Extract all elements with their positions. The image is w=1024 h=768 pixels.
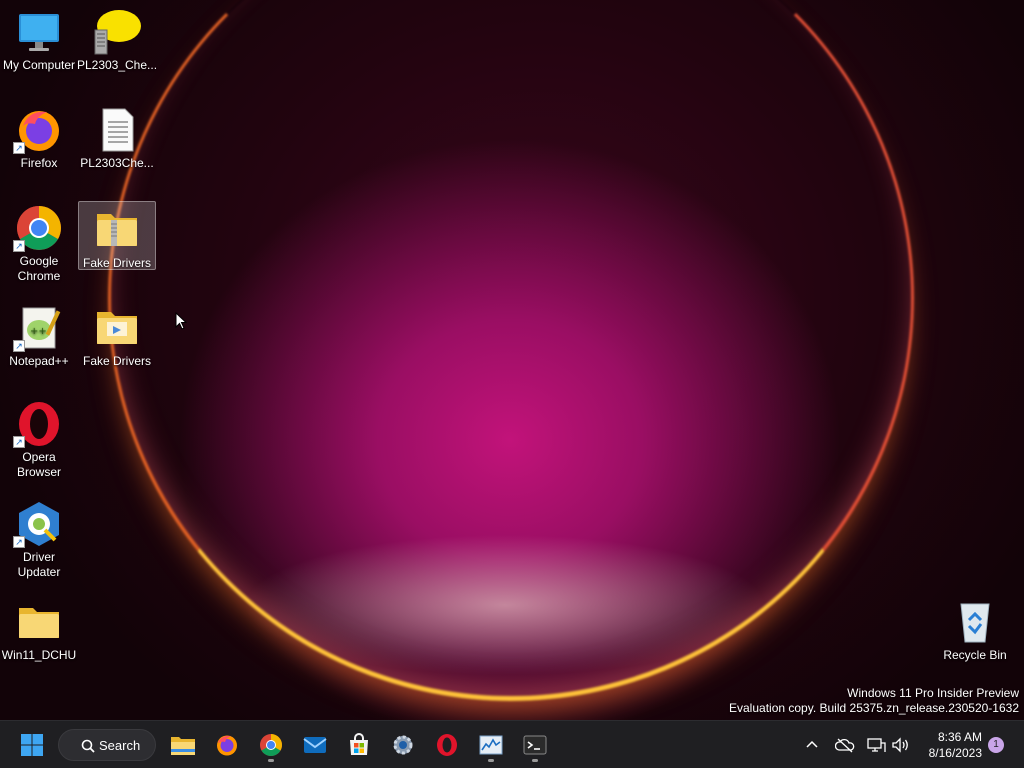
- shortcut-arrow-icon: ↗: [13, 436, 25, 448]
- desktop-icon-my-computer[interactable]: My Computer: [0, 4, 78, 73]
- icon-label: Fake Drivers: [82, 354, 151, 368]
- watermark-line1: Windows 11 Pro Insider Preview: [847, 686, 1019, 700]
- desktop-icon-pl2303-text[interactable]: PL2303Che...: [78, 102, 156, 171]
- mail-icon: [303, 737, 327, 753]
- icon-label: Win11_DCHU: [1, 648, 77, 662]
- clock-time: 8:36 AM: [937, 730, 982, 744]
- icon-label: PL2303_Che...: [76, 58, 158, 72]
- volume-icon: [892, 737, 908, 753]
- opera-icon: [437, 734, 457, 756]
- taskbar-clock[interactable]: 8:36 AM 8/16/2023: [929, 729, 982, 761]
- icon-label-line2: Chrome: [17, 269, 61, 283]
- file-explorer-icon: [171, 737, 195, 755]
- icon-label: Firefox: [20, 156, 58, 170]
- mouse-cursor-icon: [175, 311, 188, 330]
- desktop-icon-google-chrome[interactable]: ↗ Google Chrome: [0, 200, 78, 284]
- search-icon: [81, 739, 95, 753]
- text-document-icon: [93, 106, 141, 154]
- taskbar-chrome[interactable]: [253, 727, 289, 763]
- folder-icon: [15, 598, 63, 646]
- taskbar-task-manager[interactable]: [473, 727, 509, 763]
- desktop-icon-win11-dchu[interactable]: Win11_DCHU: [0, 594, 78, 663]
- task-manager-icon: [479, 735, 503, 755]
- taskbar-opera[interactable]: [429, 727, 465, 763]
- running-indicator: [268, 759, 274, 762]
- desktop-icon-fake-drivers-zip[interactable]: Fake Drivers: [78, 201, 156, 270]
- wallpaper-glow-ring: [108, 0, 914, 701]
- taskbar-firefox[interactable]: [209, 727, 245, 763]
- network-icon: [867, 738, 886, 752]
- terminal-icon: [523, 735, 547, 755]
- notepad-plus-plus-icon: ++ ↗: [13, 304, 63, 352]
- desktop-icon-fake-drivers-folder[interactable]: Fake Drivers: [78, 300, 156, 369]
- taskbar-file-explorer[interactable]: [165, 727, 201, 763]
- desktop-icon-notepad-plus-plus[interactable]: ++ ↗ Notepad++: [0, 300, 78, 369]
- settings-icon: [393, 735, 413, 755]
- shortcut-arrow-icon: ↗: [13, 340, 25, 352]
- search-label: Search: [99, 737, 141, 753]
- icon-label: Notepad++: [9, 354, 69, 368]
- zip-folder-icon: [93, 206, 141, 254]
- icon-label-line1: Driver: [23, 550, 55, 564]
- svg-text:++: ++: [30, 326, 47, 337]
- desktop-icon-pl2303-checker[interactable]: PL2303_Che...: [76, 4, 158, 73]
- shortcut-arrow-icon: ↗: [13, 142, 25, 154]
- opera-icon: ↗: [13, 400, 63, 448]
- store-icon: [350, 733, 368, 755]
- start-button[interactable]: [14, 727, 50, 763]
- shortcut-arrow-icon: ↗: [13, 240, 25, 252]
- icon-label-line2: Updater: [17, 565, 61, 579]
- taskbar-mail[interactable]: [297, 727, 333, 763]
- desktop-icon-opera-browser[interactable]: ↗ Opera Browser: [0, 396, 78, 480]
- onedrive-tray-button[interactable]: [835, 721, 855, 768]
- icon-label: Recycle Bin: [943, 648, 1007, 662]
- clock-date: 8/16/2023: [928, 746, 982, 760]
- taskbar-terminal[interactable]: [517, 727, 553, 763]
- notification-badge[interactable]: 1: [988, 737, 1004, 753]
- start-icon: [21, 734, 43, 756]
- icon-label: Fake Drivers: [82, 256, 151, 270]
- show-hidden-icons-button[interactable]: [804, 721, 820, 768]
- windows-watermark: Windows 11 Pro Insider Preview Evaluatio…: [729, 686, 1019, 716]
- firefox-icon: ↗: [13, 106, 63, 154]
- icon-label: PL2303Che...: [80, 156, 154, 170]
- icon-label-line2: Browser: [16, 465, 61, 479]
- taskbar-settings[interactable]: [385, 727, 421, 763]
- desktop-icon-recycle-bin[interactable]: Recycle Bin: [936, 594, 1014, 663]
- icon-label-line1: Opera: [22, 450, 56, 464]
- firefox-icon: [217, 735, 237, 756]
- volume-tray-button[interactable]: [891, 721, 911, 768]
- taskbar-search-box[interactable]: Search: [58, 729, 156, 761]
- icon-label: My Computer: [2, 58, 76, 72]
- chrome-icon: [260, 734, 282, 756]
- network-tray-button[interactable]: [866, 721, 886, 768]
- monitor-icon: [15, 8, 63, 56]
- shortcut-arrow-icon: ↗: [13, 536, 25, 548]
- chrome-icon: ↗: [13, 204, 63, 252]
- driver-updater-icon: ↗: [13, 500, 63, 548]
- desktop-icon-firefox[interactable]: ↗ Firefox: [0, 102, 78, 171]
- recycle-bin-icon: [951, 598, 999, 646]
- chevron-up-icon: [806, 740, 818, 748]
- taskbar: Search 8:36 AM 8/16/2023 1: [0, 720, 1024, 768]
- icon-label-line1: Google: [19, 254, 59, 268]
- pl2303-checker-icon: [93, 8, 141, 56]
- running-indicator: [488, 759, 494, 762]
- folder-icon: [93, 304, 141, 352]
- watermark-line2: Evaluation copy. Build 25375.zn_release.…: [729, 701, 1019, 715]
- onedrive-offline-icon: [835, 738, 855, 753]
- taskbar-store[interactable]: [341, 727, 377, 763]
- desktop-icon-driver-updater[interactable]: ↗ Driver Updater: [0, 496, 78, 580]
- running-indicator: [532, 759, 538, 762]
